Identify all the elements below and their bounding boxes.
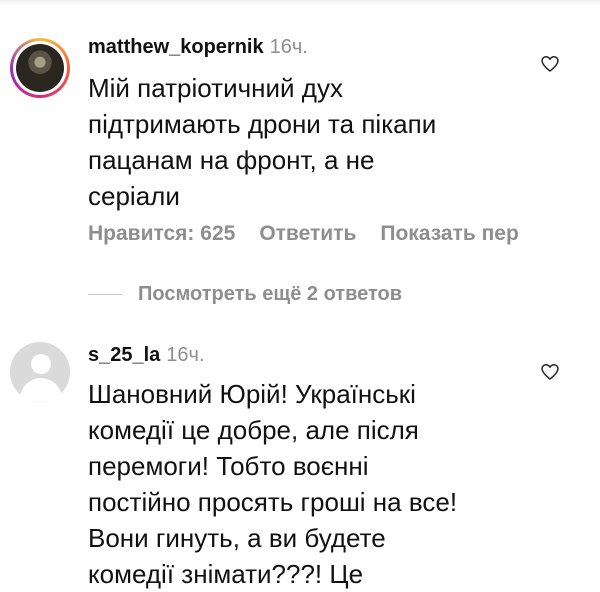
view-replies-label: Посмотреть ещё 2 ответов — [138, 283, 403, 305]
heart-icon[interactable] — [540, 362, 560, 382]
translate-button[interactable]: Показать пер — [380, 222, 518, 245]
comment-line: перемоги! Тобто воєнні — [88, 451, 369, 481]
comment-line: Вони гинуть, а ви будете — [88, 523, 386, 553]
avatar-shoulders — [20, 378, 62, 402]
comment-line: серіали — [88, 181, 180, 211]
comment-header: matthew_kopernik 16ч. — [88, 36, 308, 59]
view-replies-button[interactable]: Посмотреть ещё 2 ответов — [88, 283, 402, 306]
top-edge-shadow — [0, 0, 600, 6]
timestamp: 16ч. — [269, 36, 308, 58]
comment-line: пацанам на фронт, а не — [88, 145, 375, 175]
comment-line: підтримають дрони та пікапи — [88, 109, 437, 139]
avatar[interactable] — [10, 38, 70, 98]
comment-line: комедії це добре, але після — [88, 415, 419, 445]
avatar-photo — [16, 44, 64, 92]
replies-divider — [88, 294, 122, 296]
username[interactable]: matthew_kopernik — [88, 36, 264, 58]
comment-line: Мій патріотичний дух — [88, 73, 343, 103]
comment-text: Мій патріотичний дух підтримають дрони т… — [88, 70, 528, 214]
comment-text: Шановний Юрій! Українські комедії це доб… — [88, 376, 528, 592]
timestamp: 16ч. — [166, 344, 205, 366]
reply-button[interactable]: Ответить — [259, 222, 356, 245]
avatar[interactable] — [10, 342, 70, 402]
comment-header: s_25_la 16ч. — [88, 344, 205, 367]
comment-actions: Нравится: 625 Ответить Показать пер — [88, 222, 543, 246]
avatar-head — [31, 354, 51, 374]
heart-icon[interactable] — [540, 54, 560, 74]
comment-line: постійно просять гроші на все! — [88, 487, 458, 517]
comment-line: комедії знімати???! Це — [88, 559, 364, 589]
likes-count[interactable]: Нравится: 625 — [88, 222, 235, 245]
comment-line: Шановний Юрій! Українські — [88, 379, 416, 409]
username[interactable]: s_25_la — [88, 344, 160, 366]
